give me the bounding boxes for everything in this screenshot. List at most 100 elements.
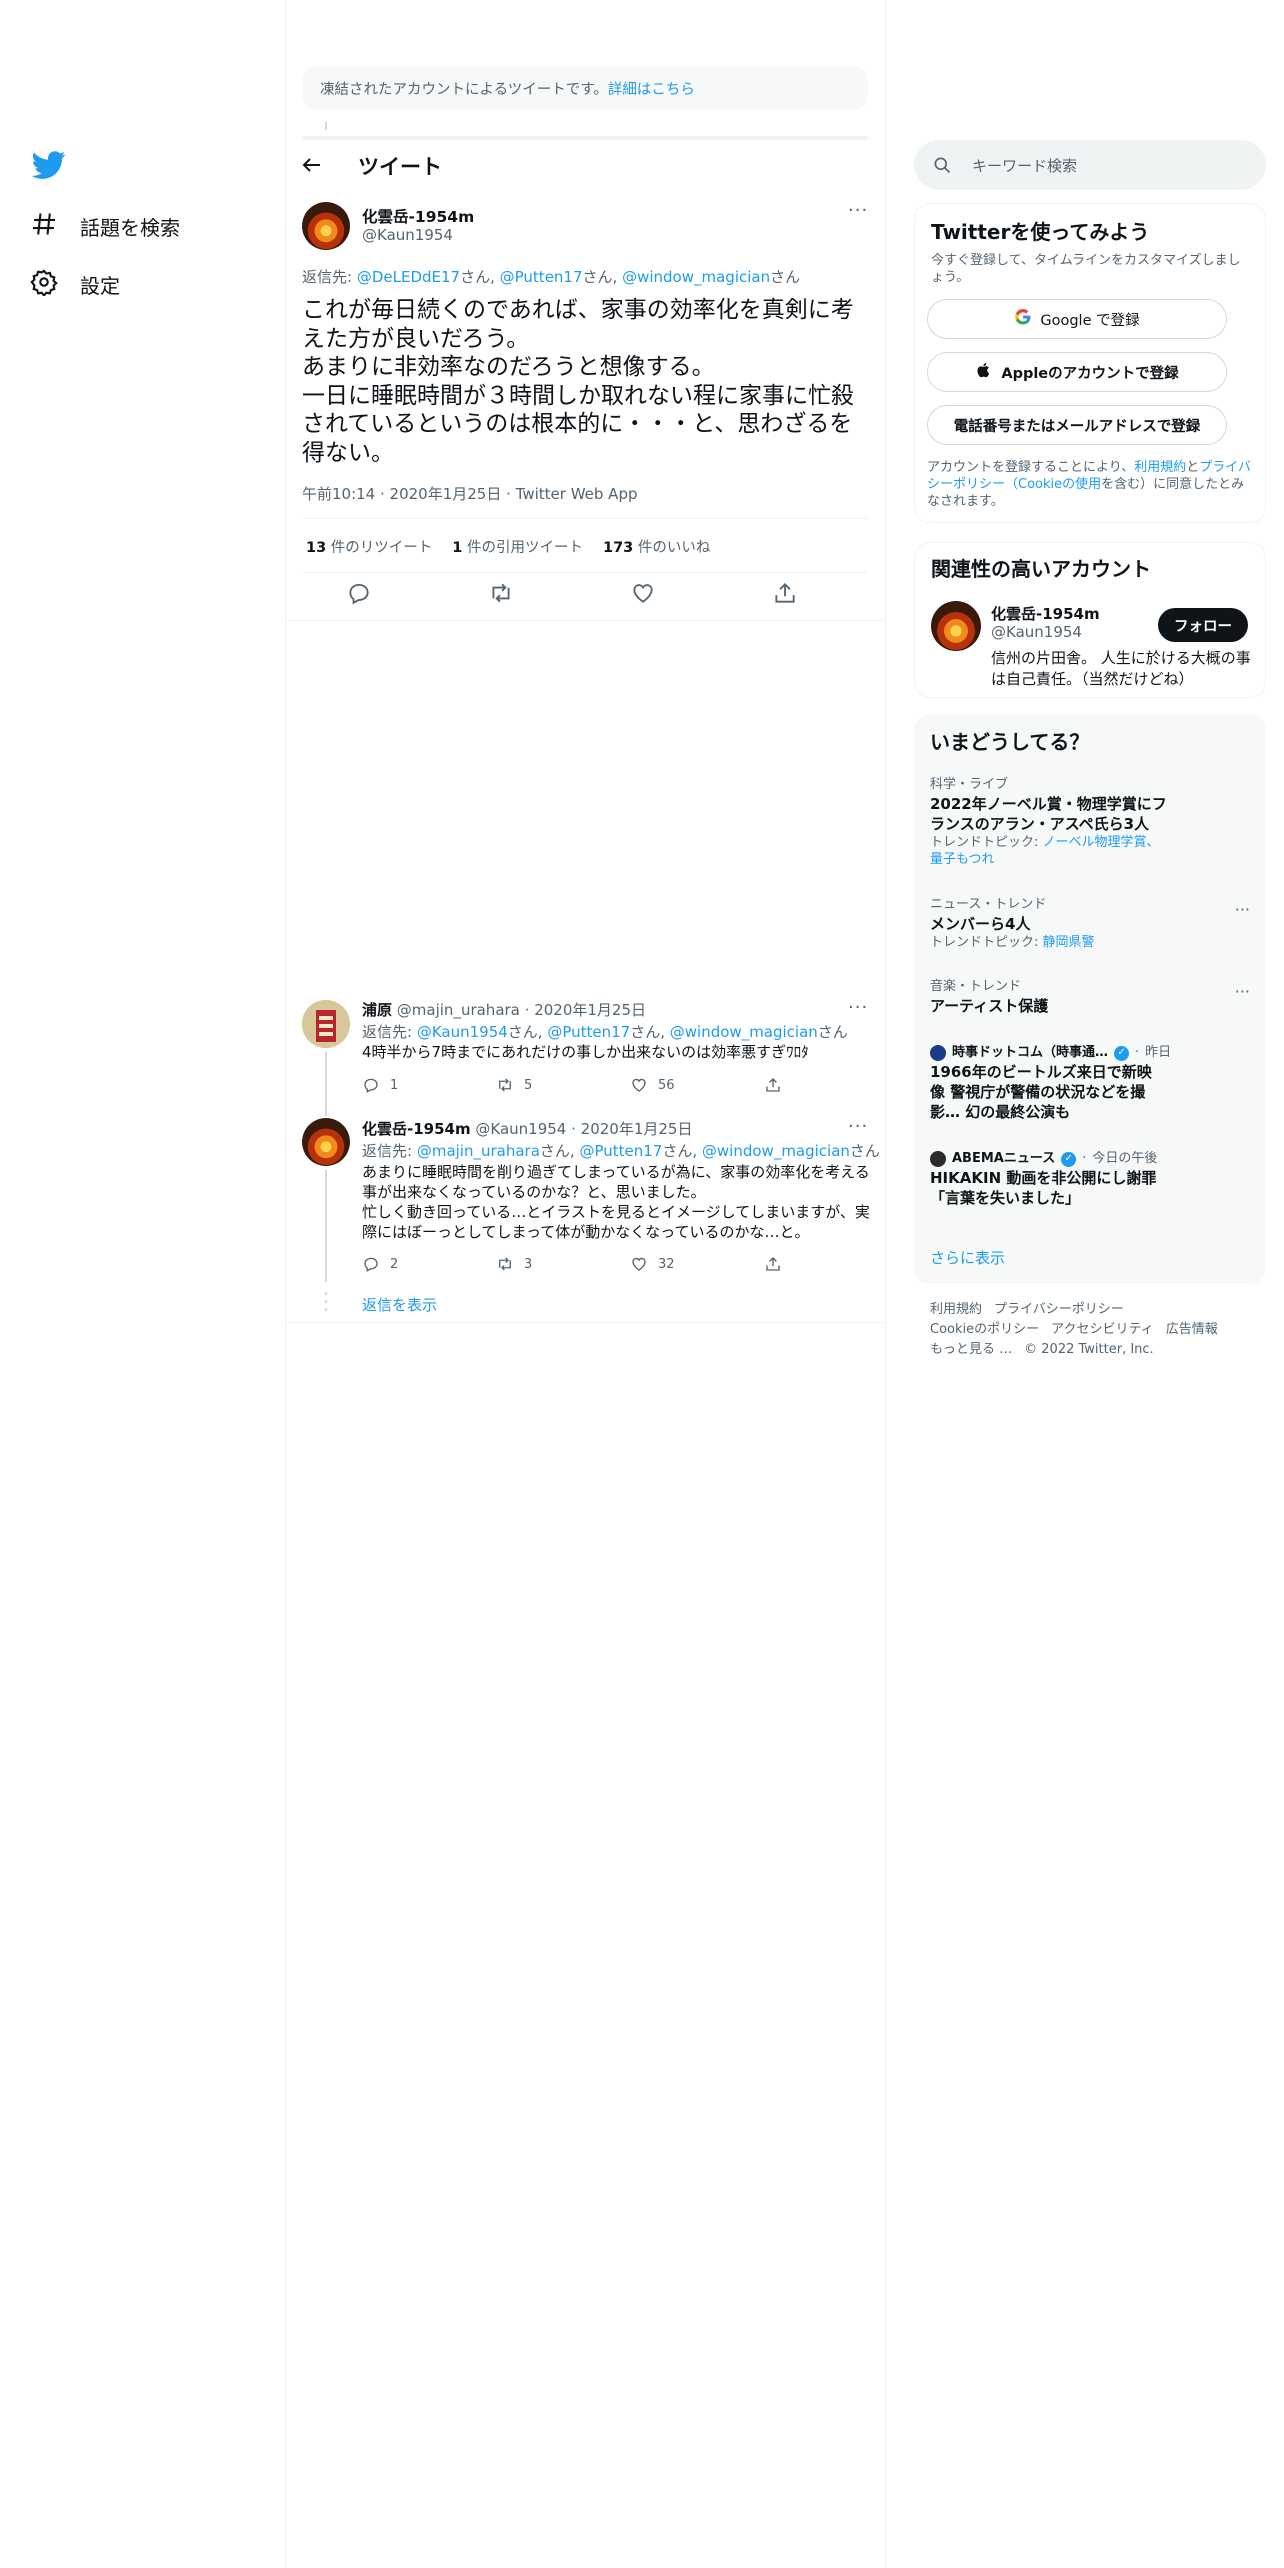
mention-link[interactable]: @Putten17 <box>579 1142 662 1160</box>
footer-link[interactable]: Cookieのポリシー <box>930 1322 1039 1337</box>
follow-button[interactable]: フォロー <box>1158 608 1248 642</box>
tweet-time[interactable]: 午前10:14 <box>302 485 375 503</box>
apple-signup-button[interactable]: Appleのアカウントで登録 <box>927 352 1227 392</box>
mention-suffix: さん <box>507 1023 538 1041</box>
mention-link[interactable]: @window_magician <box>670 1023 818 1041</box>
twitter-bird-icon[interactable] <box>31 148 66 182</box>
reply-header: 浦原 @majin_urahara · 2020年1月25日 <box>362 1001 646 1019</box>
reply-to-prefix: 返信先: <box>362 1023 417 1041</box>
author-handle[interactable]: @Kaun1954 <box>362 226 453 244</box>
share-button[interactable] <box>764 1076 782 1094</box>
related-accounts-panel: 関連性の高いアカウント 化雲岳-1954m @Kaun1954 フォロー 信州の… <box>914 542 1266 698</box>
news-title: 1966年のビートルズ来日で新映像 警視庁が警備の状況などを撮影… 幻の最終公演… <box>930 1063 1152 1121</box>
share-icon[interactable] <box>772 580 798 606</box>
gear-icon <box>30 268 58 301</box>
quote-count-stat[interactable]: 1 件の引用ツイート <box>452 536 583 557</box>
show-more-link[interactable]: さらに表示 <box>930 1247 1005 1268</box>
trend-item[interactable]: 音楽・トレンド アーティスト保護 <box>930 978 1250 1016</box>
reply-author-handle[interactable]: @Kaun1954 <box>475 1120 566 1138</box>
reply-icon[interactable] <box>346 580 372 606</box>
reply-author-name[interactable]: 浦原 <box>362 1001 392 1019</box>
more-options-icon[interactable]: ··· <box>848 200 868 221</box>
search-input[interactable]: キーワード検索 <box>972 155 1077 176</box>
retweet-button[interactable]: 3 <box>496 1255 532 1273</box>
tweet-date[interactable]: 2020年1月25日 <box>390 485 502 503</box>
share-button[interactable] <box>764 1255 782 1273</box>
mention-link[interactable]: @Kaun1954 <box>417 1023 508 1041</box>
mention-link[interactable]: @majin_urahara <box>417 1142 540 1160</box>
back-arrow-icon[interactable] <box>300 153 324 177</box>
phone-signup-button[interactable]: 電話番号またはメールアドレスで登録 <box>927 405 1227 445</box>
divider <box>302 136 868 140</box>
mention-link[interactable]: @DeLEDdE17 <box>357 268 460 286</box>
reply-button[interactable]: 1 <box>362 1076 398 1094</box>
avatar[interactable] <box>302 1000 350 1048</box>
reply-button[interactable]: 2 <box>362 1255 398 1273</box>
verified-icon: ✓ <box>1114 1045 1130 1061</box>
trend-item[interactable]: 科学・ライブ 2022年ノーベル賞・物理学賞にフランスのアラン・アスペ氏ら3人 … <box>930 776 1250 868</box>
reply-header: 化雲岳-1954m @Kaun1954 · 2020年1月25日 <box>362 1120 693 1138</box>
related-account-name[interactable]: 化雲岳-1954m <box>991 603 1100 624</box>
trend-topic-link[interactable]: 静岡県警 <box>1043 935 1095 950</box>
learn-more-link[interactable]: 詳細はこちら <box>608 82 695 98</box>
footer-link[interactable]: アクセシビリティ <box>1051 1322 1154 1337</box>
news-item[interactable]: ABEMAニュース ✓ · 今日の午後 HIKAKIN 動画を非公開にし謝罪「言葉… <box>930 1150 1250 1208</box>
footer-more[interactable]: もっと見る … <box>930 1342 1012 1357</box>
mention-link[interactable]: @Putten17 <box>500 268 583 286</box>
mention-suffix: さん <box>630 1023 661 1041</box>
show-replies-link[interactable]: 返信を表示 <box>362 1294 437 1315</box>
share-icon <box>764 1076 782 1094</box>
search-box[interactable]: キーワード検索 <box>914 140 1266 190</box>
news-source: 時事ドットコム（時事通… <box>952 1045 1109 1060</box>
reply-date[interactable]: 2020年1月25日 <box>581 1120 693 1138</box>
avatar[interactable] <box>302 202 350 250</box>
reply-date[interactable]: 2020年1月25日 <box>534 1001 646 1019</box>
footer-row: 利用規約 プライバシーポリシー <box>930 1300 1250 1320</box>
trend-topic-prefix: トレンドトピック: <box>930 835 1043 850</box>
more-options-icon[interactable]: ··· <box>848 997 868 1018</box>
nav-explore[interactable]: 話題を検索 <box>30 210 180 243</box>
like-count-stat[interactable]: 173 件のいいね <box>603 536 710 557</box>
mention-link[interactable]: @Putten17 <box>547 1023 630 1041</box>
search-icon <box>932 155 952 175</box>
reply-author-handle[interactable]: @majin_urahara <box>397 1001 520 1019</box>
retweet-icon <box>496 1255 514 1273</box>
footer-link[interactable]: 利用規約 <box>930 1302 982 1317</box>
related-account-handle[interactable]: @Kaun1954 <box>991 623 1082 641</box>
news-item[interactable]: 時事ドットコム（時事通… ✓ · 昨日 1966年のビートルズ来日で新映像 警視庁… <box>930 1044 1250 1122</box>
nav-settings[interactable]: 設定 <box>30 268 120 301</box>
mention-link[interactable]: @window_magician <box>702 1142 850 1160</box>
terms-link[interactable]: 利用規約 <box>1134 460 1186 475</box>
retweet-button[interactable]: 5 <box>496 1076 532 1094</box>
like-icon[interactable] <box>630 580 656 606</box>
more-options-icon[interactable]: ··· <box>1235 982 1250 1001</box>
trend-item[interactable]: ニュース・トレンド メンバーら4人 トレンドトピック: 静岡県警 <box>930 896 1250 951</box>
reply-author-name[interactable]: 化雲岳-1954m <box>362 1120 471 1138</box>
retweet-icon[interactable] <box>488 580 514 606</box>
reply-count: 2 <box>390 1256 399 1272</box>
signup-panel: Twitterを使ってみよう 今すぐ登録して、タイムラインをカスタマイズしましょ… <box>914 203 1266 523</box>
google-signup-label: Google で登録 <box>1040 312 1140 329</box>
quote-count-label: 件の引用ツイート <box>467 540 583 556</box>
author-name[interactable]: 化雲岳-1954m <box>362 205 474 227</box>
footer-link[interactable]: プライバシーポリシー <box>994 1302 1124 1317</box>
footer-link[interactable]: 広告情報 <box>1166 1322 1218 1337</box>
avatar[interactable] <box>931 601 981 651</box>
like-count-label: 件のいいね <box>637 540 711 556</box>
google-icon <box>1014 308 1032 330</box>
mention-link[interactable]: @window_magician <box>622 268 770 286</box>
google-signup-button[interactable]: Google で登録 <box>927 299 1227 339</box>
apple-icon <box>975 361 993 383</box>
avatar[interactable] <box>302 1118 350 1166</box>
more-options-icon[interactable]: ··· <box>1235 900 1250 919</box>
news-source: ABEMAニュース <box>952 1151 1056 1166</box>
trends-title: いまどうしてる？ <box>930 730 1090 754</box>
legal-text: アカウントを登録することにより、 <box>927 460 1135 475</box>
like-button[interactable]: 56 <box>630 1076 675 1094</box>
news-time: 今日の午後 <box>1092 1151 1158 1166</box>
more-options-icon[interactable]: ··· <box>848 1116 868 1137</box>
related-title: 関連性の高いアカウント <box>931 557 1151 581</box>
like-button[interactable]: 32 <box>630 1255 675 1273</box>
retweet-count: 13 <box>306 540 327 556</box>
retweet-count-stat[interactable]: 13 件のリツイート <box>306 536 432 557</box>
